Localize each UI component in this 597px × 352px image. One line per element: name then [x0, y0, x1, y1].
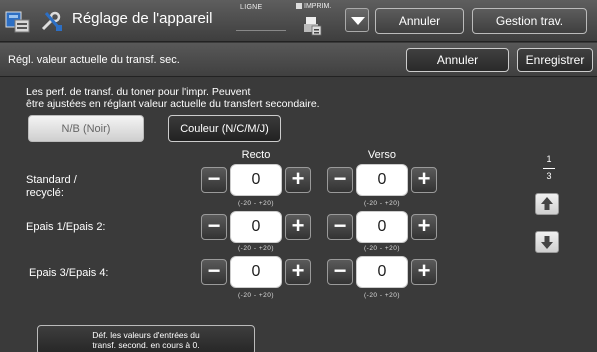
print-status-square-icon: [296, 3, 302, 9]
column-header-back: Verso: [367, 149, 397, 161]
description-text: Les perf. de transf. du toner pour l'imp…: [26, 86, 446, 110]
decrement-button[interactable]: −: [201, 214, 227, 240]
row-label-line: Standard /: [26, 174, 77, 186]
column-header-front: Recto: [241, 149, 271, 161]
mode-bw-button[interactable]: N/B (Noir): [28, 115, 144, 142]
line-status-label: LIGNE: [240, 4, 263, 11]
sub-header: Régl. valeur actuelle du transf. sec. An…: [0, 43, 597, 77]
value-field[interactable]: 0: [356, 211, 408, 243]
reset-values-button[interactable]: Déf. les valeurs d'entrées du transf. se…: [37, 325, 255, 352]
value-field[interactable]: 0: [356, 256, 408, 288]
row-label-thick-1-2: Epais 1/Epais 2:: [26, 221, 106, 234]
save-button[interactable]: Enregistrer: [517, 48, 593, 72]
value-field[interactable]: 0: [356, 164, 408, 196]
range-hint: (-20 - +20): [363, 200, 401, 207]
row-label-line: Epais 3/Epais 4:: [29, 267, 109, 279]
arrow-down-icon: [541, 236, 553, 249]
increment-button[interactable]: +: [285, 259, 311, 285]
printer-icon: [304, 17, 322, 36]
stepper-standard-back: − 0 +: [327, 162, 437, 198]
decrement-button[interactable]: −: [327, 259, 353, 285]
stepper-thick12-back: − 0 +: [327, 209, 437, 245]
range-hint: (-20 - +20): [237, 292, 275, 299]
print-status: IMPRIM.: [296, 3, 331, 10]
wrench-screwdriver-icon: [41, 11, 62, 31]
row-label-standard: Standard / recyclé:: [26, 174, 77, 200]
page-down-button[interactable]: [535, 231, 559, 253]
reset-label-line-2: transf. second. en cours à 0.: [92, 340, 200, 350]
machine-settings-icon: [5, 11, 30, 33]
stepper-standard-front: − 0 +: [201, 162, 311, 198]
stepper-thick12-front: − 0 +: [201, 209, 311, 245]
cancel-button[interactable]: Annuler: [406, 48, 509, 72]
value-field[interactable]: 0: [230, 164, 282, 196]
stepper-thick34-back: − 0 +: [327, 254, 437, 290]
description-line-2: être ajustées en réglant valeur actuelle…: [26, 98, 320, 110]
stepper-thick34-front: − 0 +: [201, 254, 311, 290]
increment-button[interactable]: +: [285, 214, 311, 240]
line-status-divider: [236, 30, 286, 31]
range-hint: (-20 - +20): [237, 200, 275, 207]
page-title: Régl. valeur actuelle du transf. sec.: [8, 54, 180, 66]
increment-button[interactable]: +: [411, 214, 437, 240]
value-field[interactable]: 0: [230, 256, 282, 288]
value-field[interactable]: 0: [230, 211, 282, 243]
triangle-down-icon: [351, 17, 365, 25]
mode-color-button[interactable]: Couleur (N/C/M/J): [168, 115, 281, 142]
range-hint: (-20 - +20): [363, 245, 401, 252]
decrement-button[interactable]: −: [201, 167, 227, 193]
row-label-thick-3-4: Epais 3/Epais 4:: [29, 267, 109, 280]
page-up-button[interactable]: [535, 193, 559, 215]
row-label-line: Epais 1/Epais 2:: [26, 221, 106, 233]
range-hint: (-20 - +20): [237, 245, 275, 252]
increment-button[interactable]: +: [411, 167, 437, 193]
arrow-up-icon: [541, 197, 553, 210]
print-status-label: IMPRIM.: [304, 3, 332, 10]
range-hint: (-20 - +20): [363, 292, 401, 299]
description-line-1: Les perf. de transf. du toner pour l'imp…: [26, 86, 251, 98]
job-status-button[interactable]: Gestion trav.: [472, 8, 587, 34]
page-current: 1: [546, 154, 552, 164]
row-label-line: recyclé:: [26, 187, 64, 199]
top-bar: Réglage de l'appareil LIGNE IMPRIM. Annu…: [0, 0, 597, 42]
increment-button[interactable]: +: [411, 259, 437, 285]
app-title: Réglage de l'appareil: [72, 10, 213, 27]
increment-button[interactable]: +: [285, 167, 311, 193]
page-divider: [543, 168, 555, 169]
top-cancel-button[interactable]: Annuler: [375, 8, 464, 34]
decrement-button[interactable]: −: [327, 167, 353, 193]
reset-label-line-1: Déf. les valeurs d'entrées du: [92, 330, 200, 340]
status-dropdown-button[interactable]: [345, 8, 369, 32]
page-total: 3: [546, 171, 552, 181]
decrement-button[interactable]: −: [201, 259, 227, 285]
decrement-button[interactable]: −: [327, 214, 353, 240]
